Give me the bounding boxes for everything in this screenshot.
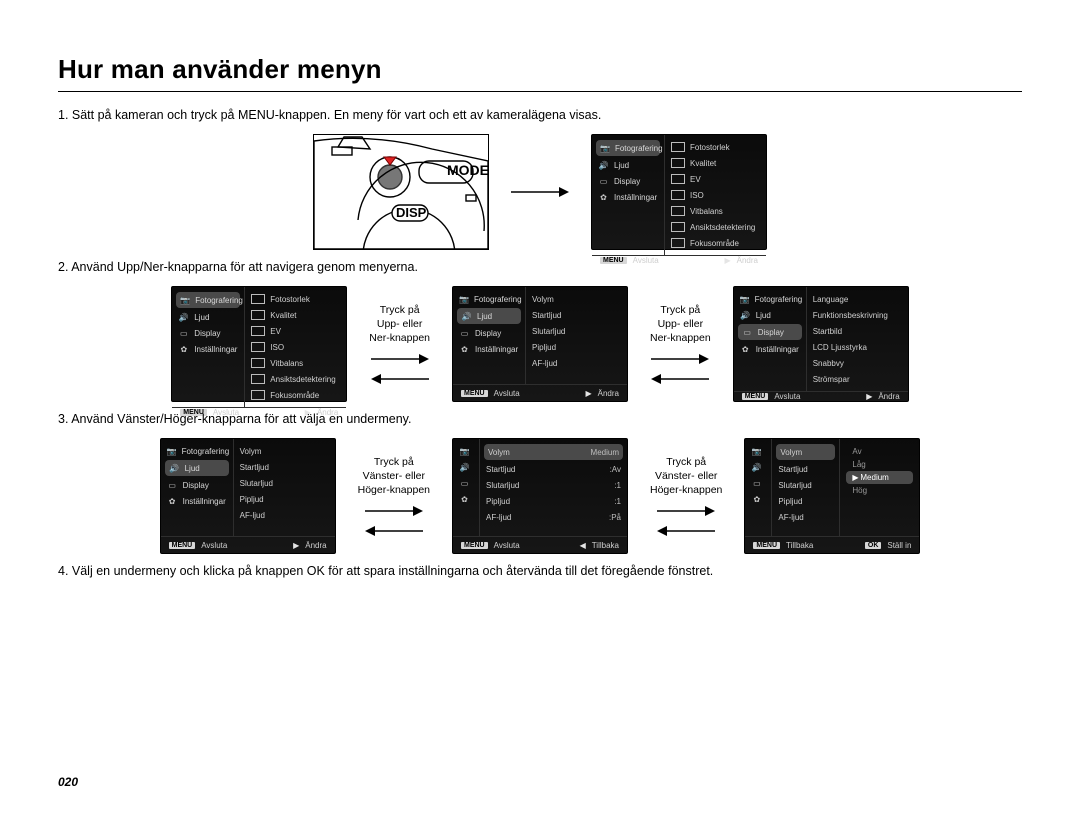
right-column: Fotostorlek Kvalitet EV ISO Vitbalans An… (665, 135, 766, 255)
screen-3c: 📷 🔊 ▭ ✿ Volym Startljud Slutarljud Piplj… (744, 438, 920, 554)
screen-3a: 📷Fotografering 🔊Ljud ▭Display ✿Inställni… (160, 438, 336, 554)
label-updown-2: Tryck på Upp- eller Ner-knappen (650, 303, 711, 386)
screen-3b: 📷 🔊 ▭ ✿ VolymMedium Startljud:Av Slutarl… (452, 438, 628, 554)
arrow-right-icon (371, 353, 429, 365)
display-icon: ▭ (598, 176, 609, 187)
play-icon: ▶ (724, 256, 730, 265)
screen-2c: 📷Fotografering 🔊Ljud ▭Display ✿Inställni… (733, 286, 909, 402)
arrow-left-icon (371, 373, 429, 385)
camera-illustration: MODE DISP (313, 134, 489, 250)
option-off: Av (846, 445, 913, 458)
camera-icon: 📷 (600, 143, 610, 154)
screen-foto-menu: 📷Fotografering 🔊Ljud ▭Display ✿Inställni… (591, 134, 767, 250)
row-step2: 📷Fotografering 🔊Ljud ▭Display ✿Inställni… (58, 286, 1022, 402)
option-low: Låg (846, 458, 913, 471)
row-step1: MODE DISP 📷Fotografering 🔊Ljud ▭Display … (58, 134, 1022, 250)
step-1: 1. Sätt på kameran och tryck på MENU-kna… (58, 108, 1022, 122)
manual-page: Hur man använder menyn 1. Sätt på kamera… (0, 0, 1080, 815)
page-number: 020 (58, 775, 78, 789)
mode-label: MODE (447, 162, 488, 178)
page-title: Hur man använder menyn (58, 54, 1022, 92)
arrow-right-icon (651, 353, 709, 365)
arrow-right-icon (511, 186, 569, 198)
camera-illustration-svg: MODE DISP (314, 135, 488, 249)
footer-exit: Avsluta (633, 256, 659, 265)
arrow-left-icon (365, 525, 423, 537)
screen-2a: 📷Fotografering 🔊Ljud ▭Display ✿Inställni… (171, 286, 347, 402)
left-column: 📷Fotografering 🔊Ljud ▭Display ✿Inställni… (592, 135, 665, 255)
footer-change: Ändra (737, 256, 758, 265)
arrow-right-icon (365, 505, 423, 517)
screen-2b: 📷Fotografering 🔊Ljud ▭Display ✿Inställni… (452, 286, 628, 402)
arrow-left-icon (651, 373, 709, 385)
arrow-right-icon (657, 505, 715, 517)
step-3: 3. Använd Vänster/Höger-knapparna för at… (58, 412, 1022, 426)
disp-label: DISP (396, 205, 427, 220)
menu-badge: MENU (600, 257, 627, 264)
arrow-left-icon (657, 525, 715, 537)
gear-icon: ✿ (598, 192, 609, 203)
label-leftright-1: Tryck på Vänster- eller Höger-knappen (358, 455, 430, 538)
option-high: Hög (846, 484, 913, 497)
label-leftright-2: Tryck på Vänster- eller Höger-knappen (650, 455, 722, 538)
option-medium: ▶Medium (846, 471, 913, 484)
step-2: 2. Använd Upp/Ner-knapparna för att navi… (58, 260, 1022, 274)
step-4: 4. Välj en undermeny och klicka på knapp… (58, 564, 1022, 578)
sound-icon: 🔊 (598, 160, 609, 171)
row-step3: 📷Fotografering 🔊Ljud ▭Display ✿Inställni… (58, 438, 1022, 554)
label-updown-1: Tryck på Upp- eller Ner-knappen (369, 303, 430, 386)
